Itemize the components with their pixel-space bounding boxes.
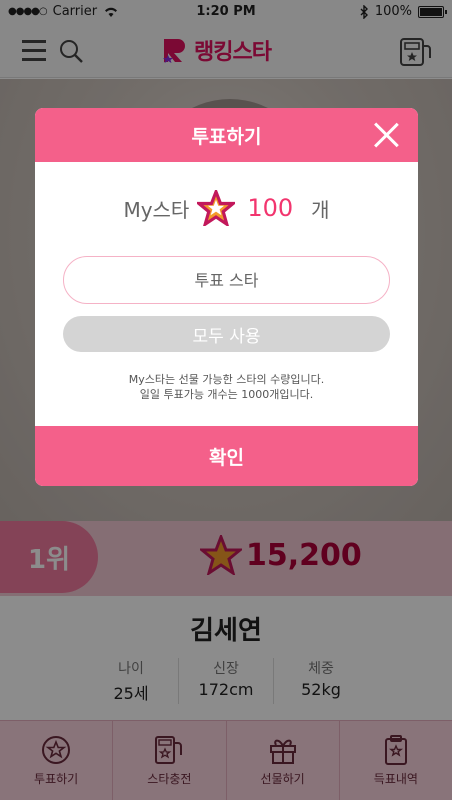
notice-line: 일일 투표가능 개수는 1000개입니다. [139, 388, 314, 401]
my-star-label: My스타 [123, 197, 190, 222]
use-all-button[interactable]: 모두 사용 [63, 316, 390, 352]
my-star-count: 100 [247, 194, 294, 222]
vote-modal: 투표하기 My스타 100 개 모두 사용 My스타는 선물 가능한 스타의 수… [35, 108, 418, 486]
vote-star-input[interactable] [63, 256, 390, 304]
confirm-button[interactable]: 확인 [35, 426, 418, 486]
notice-text: My스타는 선물 가능한 스타의 수량입니다. 일일 투표가능 개수는 1000… [35, 372, 418, 402]
modal-title: 투표하기 [191, 126, 262, 148]
modal-header: 투표하기 [35, 108, 418, 162]
close-icon[interactable] [372, 121, 400, 149]
my-star-row: My스타 100 개 [35, 190, 418, 226]
my-star-unit: 개 [311, 197, 330, 222]
star-icon [197, 190, 236, 226]
notice-line: My스타는 선물 가능한 스타의 수량입니다. [128, 373, 325, 386]
